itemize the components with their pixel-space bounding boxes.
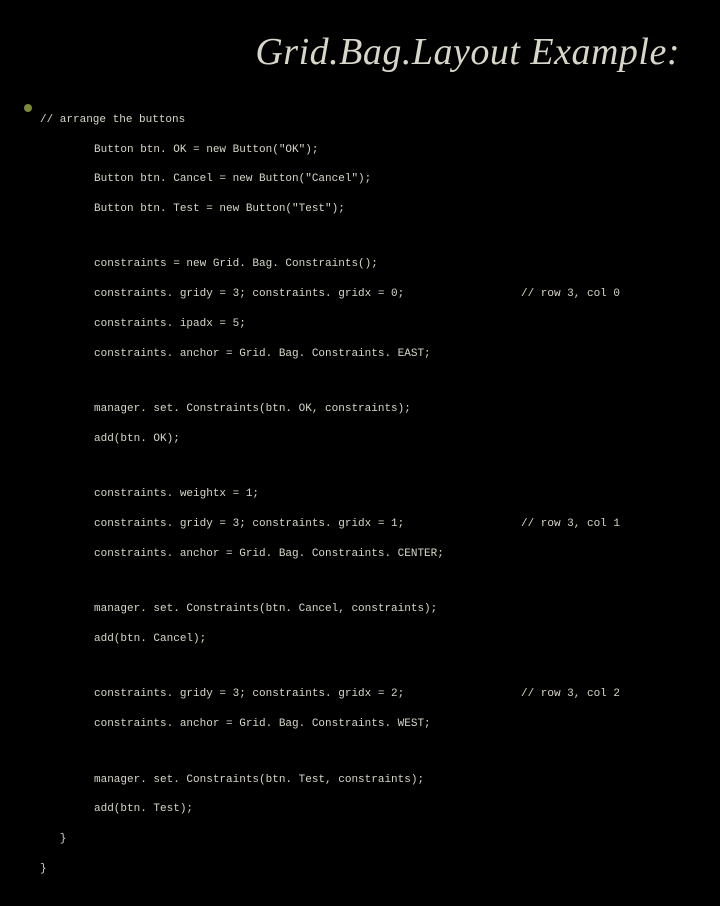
code-line: Button btn. OK = new Button("OK");	[94, 143, 690, 158]
code-line: constraints. weightx = 1;	[94, 487, 690, 502]
code-line: Button btn. Test = new Button("Test");	[94, 202, 690, 217]
code-line: add(btn. Test);	[94, 802, 690, 817]
code-line: constraints. gridy = 3; constraints. gri…	[94, 287, 690, 302]
slide: Grid.Bag.Layout Example: // arrange the …	[0, 0, 720, 540]
code-line: // arrange the buttons	[40, 113, 690, 128]
code-comment: // row 3, col 0	[521, 287, 690, 302]
code-comment: // row 3, col 1	[521, 517, 690, 532]
code-line: constraints. ipadx = 5;	[94, 317, 690, 332]
code-text: constraints. gridy = 3; constraints. gri…	[94, 687, 404, 702]
code-line: constraints = new Grid. Bag. Constraints…	[94, 257, 690, 272]
code-line: constraints. anchor = Grid. Bag. Constra…	[94, 547, 690, 562]
code-line: add(btn. Cancel);	[94, 632, 690, 647]
code-line: manager. set. Constraints(btn. Cancel, c…	[94, 602, 690, 617]
bullet-icon	[24, 104, 32, 112]
code-text: constraints. gridy = 3; constraints. gri…	[94, 517, 404, 532]
code-line: }	[40, 832, 690, 847]
code-line: }	[40, 862, 690, 877]
code-line: Button btn. Cancel = new Button("Cancel"…	[94, 172, 690, 187]
code-comment: // row 3, col 2	[521, 687, 690, 702]
code-text: constraints. gridy = 3; constraints. gri…	[94, 287, 404, 302]
code-line: constraints. anchor = Grid. Bag. Constra…	[94, 717, 690, 732]
code-block: // arrange the buttons Button btn. OK = …	[40, 98, 690, 906]
code-line: add(btn. OK);	[94, 432, 690, 447]
code-line: manager. set. Constraints(btn. OK, const…	[94, 402, 690, 417]
code-line: constraints. gridy = 3; constraints. gri…	[94, 517, 690, 532]
code-line: constraints. anchor = Grid. Bag. Constra…	[94, 347, 690, 362]
code-line: manager. set. Constraints(btn. Test, con…	[94, 773, 690, 788]
slide-title: Grid.Bag.Layout Example:	[0, 30, 680, 74]
code-line: constraints. gridy = 3; constraints. gri…	[94, 687, 690, 702]
